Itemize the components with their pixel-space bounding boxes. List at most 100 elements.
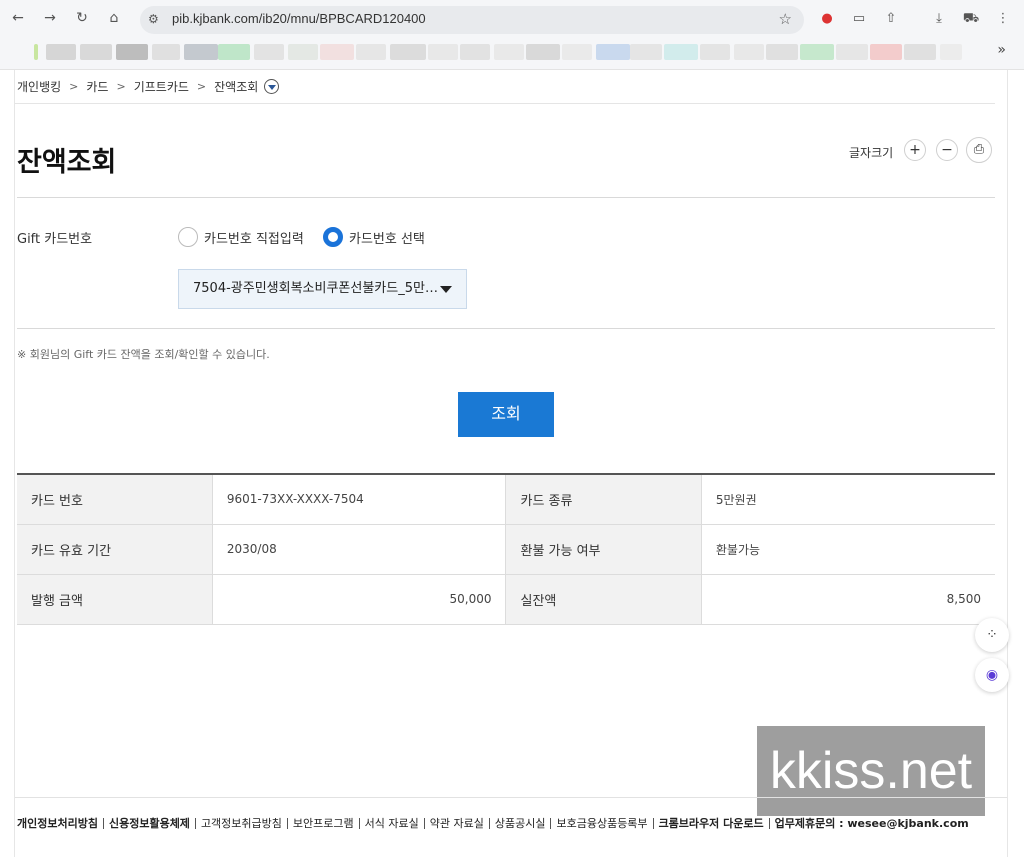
home-icon[interactable]: ⌂ xyxy=(104,8,124,28)
table-header-cell: 실잔액 xyxy=(505,574,702,625)
bookmark-item[interactable] xyxy=(356,44,386,60)
chevron-right-icon: > xyxy=(116,79,126,93)
extension-icon[interactable]: ● xyxy=(818,10,836,28)
footer-link[interactable]: 크롬브라우저 다운로드 xyxy=(654,818,770,829)
quick-menu-icon[interactable]: ⁘ xyxy=(975,618,1009,652)
bookmark-item[interactable] xyxy=(254,44,284,60)
footer-link[interactable]: 상품공시실 xyxy=(490,818,552,829)
search-button[interactable]: 조회 xyxy=(458,392,554,437)
bookmark-item[interactable] xyxy=(460,44,490,60)
bookmark-item[interactable] xyxy=(664,44,698,60)
bookmark-item[interactable] xyxy=(390,44,426,60)
table-header-cell: 환불 가능 여부 xyxy=(505,524,702,575)
table-cell: 50,000 xyxy=(212,574,507,625)
forward-arrow-icon[interactable]: → xyxy=(40,8,60,28)
bookmark-item[interactable] xyxy=(184,44,218,60)
font-decrease-button[interactable]: − xyxy=(936,139,958,161)
notice-text: ※ 회원님의 Gift 카드 잔액을 조회/확인할 수 있습니다. xyxy=(17,348,270,361)
breadcrumb-item[interactable]: 개인뱅킹 xyxy=(17,78,61,95)
bookmark-item[interactable] xyxy=(904,44,936,60)
table-cell: 9601-73XX-XXXX-7504 xyxy=(212,474,507,525)
bookmark-item[interactable] xyxy=(288,44,318,60)
bookmark-star-icon[interactable]: ☆ xyxy=(779,10,792,28)
gift-card-number-label: Gift 카드번호 xyxy=(17,232,93,247)
footer-link[interactable]: 보안프로그램 xyxy=(288,818,360,829)
menu-kebab-icon[interactable]: ⋮ xyxy=(994,10,1012,28)
url-text: pib.kjbank.com/ib20/mnu/BPBCARD120400 xyxy=(172,11,426,26)
site-info-icon[interactable]: ⚙ xyxy=(148,12,159,26)
bookmark-item[interactable] xyxy=(116,44,148,60)
caret-down-icon xyxy=(440,286,452,293)
font-increase-button[interactable]: + xyxy=(904,139,926,161)
print-icon[interactable]: ⎙ xyxy=(966,137,992,163)
extension-icon[interactable]: ⇧ xyxy=(882,10,900,28)
table-cell: 8,500 xyxy=(701,574,995,625)
table-row: 발행 금액 50,000 실잔액 8,500 xyxy=(17,574,995,625)
bookmark-item[interactable] xyxy=(700,44,730,60)
bookmark-item[interactable] xyxy=(428,44,458,60)
bookmark-item[interactable] xyxy=(836,44,868,60)
footer-link[interactable]: 개인정보처리방침 xyxy=(17,818,104,829)
breadcrumb-item[interactable]: 기프트카드 xyxy=(134,78,189,95)
footer-link[interactable]: 약관 자료실 xyxy=(425,818,490,829)
font-size-label: 글자크기 xyxy=(849,146,894,160)
bookmark-item[interactable] xyxy=(34,44,38,60)
bookmark-item[interactable] xyxy=(734,44,764,60)
footer-link[interactable]: 신용정보활용체제 xyxy=(104,818,196,829)
bookmark-item[interactable] xyxy=(494,44,524,60)
table-row: 카드 번호 9601-73XX-XXXX-7504 카드 종류 5만원권 xyxy=(17,474,995,525)
reload-icon[interactable]: ↻ xyxy=(72,8,92,28)
footer-link[interactable]: 고객정보취급방침 xyxy=(196,818,288,829)
card-select-value: 7504-광주민생회복소비쿠폰선불카드_5만원권 xyxy=(193,281,439,296)
balance-result-table: 카드 번호 9601-73XX-XXXX-7504 카드 종류 5만원권 카드 … xyxy=(17,473,995,625)
footer-link[interactable]: 보호금융상품등록부 xyxy=(551,818,654,829)
divider xyxy=(15,103,995,104)
back-arrow-icon[interactable]: ← xyxy=(8,8,28,28)
bookmark-item[interactable] xyxy=(940,44,962,60)
bookmark-item[interactable] xyxy=(80,44,112,60)
bookmark-item[interactable] xyxy=(870,44,902,60)
table-header-cell: 발행 금액 xyxy=(17,574,213,625)
chevron-down-icon[interactable] xyxy=(264,78,280,94)
bookmark-item[interactable] xyxy=(218,44,250,60)
page-title: 잔액조회 xyxy=(17,147,117,178)
table-header-cell: 카드 종류 xyxy=(505,474,702,525)
radio-card-select[interactable]: 카드번호 선택 xyxy=(323,227,425,247)
bookmark-item[interactable] xyxy=(596,44,630,60)
chevron-right-icon: > xyxy=(69,79,79,93)
bookmark-item[interactable] xyxy=(152,44,180,60)
bookmark-item[interactable] xyxy=(562,44,592,60)
divider xyxy=(17,328,995,329)
radio-label: 카드번호 직접입력 xyxy=(204,231,304,247)
page-content: 개인뱅킹 > 카드 > 기프트카드 > 잔액조회 잔액조회 글자크기 + − ⎙… xyxy=(14,70,1009,857)
download-icon[interactable]: ⤓ xyxy=(930,10,948,28)
footer-link[interactable]: 서식 자료실 xyxy=(360,818,425,829)
bookmark-item[interactable] xyxy=(630,44,662,60)
table-cell: 환불가능 xyxy=(701,524,995,575)
breadcrumb: 개인뱅킹 > 카드 > 기프트카드 > 잔액조회 xyxy=(17,74,280,98)
bookmark-item[interactable] xyxy=(46,44,76,60)
bookmark-item[interactable] xyxy=(766,44,798,60)
table-header-cell: 카드 번호 xyxy=(17,474,213,525)
bookmark-item[interactable] xyxy=(320,44,354,60)
extension-icon[interactable]: ▭ xyxy=(850,10,868,28)
bookmark-item[interactable] xyxy=(526,44,560,60)
divider xyxy=(17,197,995,198)
address-bar[interactable]: ⚙ pib.kjbank.com/ib20/mnu/BPBCARD120400 … xyxy=(140,6,804,34)
watermark: kkiss.net xyxy=(757,726,985,816)
browser-toolbar: ← → ↻ ⌂ ⚙ pib.kjbank.com/ib20/mnu/BPBCAR… xyxy=(0,4,1024,34)
card-number-select[interactable]: 7504-광주민생회복소비쿠폰선불카드_5만원권 xyxy=(178,269,467,309)
chatbot-icon[interactable]: ◉ xyxy=(975,658,1009,692)
browser-chrome: ← → ↻ ⌂ ⚙ pib.kjbank.com/ib20/mnu/BPBCAR… xyxy=(0,0,1024,70)
bookmarks-overflow-icon[interactable]: » xyxy=(997,42,1006,58)
radio-unchecked-icon[interactable] xyxy=(178,227,198,247)
table-row: 카드 유효 기간 2030/08 환불 가능 여부 환불가능 xyxy=(17,524,995,575)
radio-direct-input[interactable]: 카드번호 직접입력 xyxy=(178,227,304,247)
cart-icon[interactable]: ⛟ xyxy=(962,10,980,28)
bookmark-item[interactable] xyxy=(800,44,834,60)
footer-links: 개인정보처리방침 신용정보활용체제 고객정보취급방침 보안프로그램 서식 자료실… xyxy=(17,818,974,829)
radio-checked-icon[interactable] xyxy=(323,227,343,247)
chevron-right-icon: > xyxy=(196,79,207,93)
divider xyxy=(15,797,1007,798)
breadcrumb-item[interactable]: 카드 xyxy=(86,78,108,95)
